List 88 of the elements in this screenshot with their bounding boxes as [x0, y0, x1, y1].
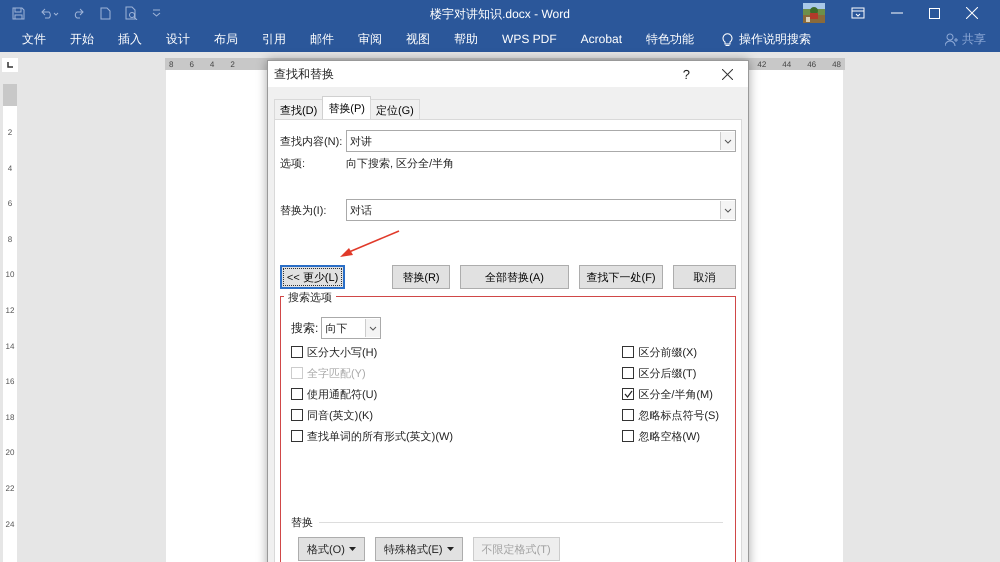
ruler-number: 4 [8, 162, 12, 174]
checkbox-option[interactable]: 同音(英文)(K) [291, 408, 454, 422]
section-title: 替换 [291, 516, 313, 530]
print-preview-icon[interactable] [125, 6, 138, 20]
maximize-icon[interactable] [929, 8, 940, 18]
checkbox-option[interactable]: 忽略标点符号(S) [622, 408, 719, 422]
checkbox-option[interactable]: 区分全/半角(M) [622, 387, 719, 401]
menu-button[interactable]: 格式(O) [298, 537, 365, 561]
lightbulb-icon [722, 32, 734, 46]
tab-selector[interactable] [2, 58, 18, 72]
caret-icon [348, 547, 356, 551]
dialog-tab[interactable]: 查找(D) [274, 99, 324, 119]
search-direction-dropdown[interactable]: 向下 [321, 317, 382, 339]
checkbox-option[interactable]: 区分后缀(T) [622, 366, 719, 380]
checkbox-option[interactable]: 忽略空格(W) [622, 429, 719, 443]
dialog-tab[interactable]: 定位(G) [370, 99, 420, 119]
window-title: 楼宇对讲知识.docx - Word [430, 6, 570, 23]
checkbox-option[interactable]: 使用通配符(U) [291, 387, 454, 401]
dialog-title: 查找和替换 [274, 66, 335, 82]
dialog-button[interactable]: << 更少(L) [280, 265, 346, 289]
chevron-down-icon [369, 326, 378, 330]
dialog-tab[interactable]: 替换(P) [322, 96, 371, 119]
ruler-number: 6 [189, 60, 194, 68]
ruler-number: 22 [6, 482, 14, 494]
checkbox-option[interactable]: 区分大小写(H) [291, 345, 454, 359]
redo-icon[interactable] [73, 7, 86, 19]
menu-button[interactable]: 特殊格式(E) [374, 537, 463, 561]
ruler-number: 46 [807, 60, 816, 68]
dialog-button[interactable]: 替换(R) [392, 265, 450, 289]
ribbon-tab[interactable]: 视图 [396, 30, 440, 48]
dialog-button[interactable]: 全部替换(A) [460, 265, 570, 289]
caret-icon [446, 547, 454, 551]
ribbon-tab[interactable]: 布局 [204, 30, 248, 48]
field-label: 查找内容(N): [280, 134, 344, 148]
group-title: 搜索选项 [284, 290, 336, 305]
minimize-icon[interactable] [891, 12, 903, 14]
left-tab-icon [7, 62, 13, 68]
customize-icon[interactable] [152, 9, 161, 17]
ruler-number: 48 [832, 60, 841, 68]
ribbon-tab[interactable]: 插入 [108, 30, 152, 48]
ribbon-tab[interactable]: 引用 [252, 30, 296, 48]
ruler-number: 16 [6, 376, 14, 388]
find-field[interactable]: 对讲 [346, 130, 736, 152]
ruler-margin [3, 84, 17, 106]
checkbox-option[interactable]: 区分前缀(X) [622, 345, 719, 359]
options-summary: 向下搜索, 区分全/半角 [346, 156, 454, 171]
ribbon-tab[interactable]: 文件 [12, 30, 56, 48]
ruler-number: 42 [757, 60, 766, 68]
ribbon-display-icon[interactable] [851, 7, 865, 19]
ruler-number: 18 [6, 412, 14, 423]
ruler-number: 4 [210, 60, 214, 68]
replace-field[interactable]: 对话 [346, 199, 736, 221]
close-icon[interactable] [966, 7, 978, 19]
chevron-down-icon [724, 138, 732, 144]
chevron-down-icon [724, 208, 732, 212]
person-icon [945, 32, 959, 46]
ruler-number: 6 [8, 198, 12, 210]
ruler-number: 44 [782, 60, 792, 68]
save-icon[interactable] [12, 6, 25, 20]
ruler-number: 2 [8, 127, 12, 138]
ruler-number: 20 [6, 447, 14, 458]
undo-icon[interactable] [39, 7, 59, 19]
ribbon-tab[interactable]: 设计 [156, 30, 200, 48]
new-document-icon[interactable] [100, 6, 111, 20]
dialog-button[interactable]: 查找下一处(F) [579, 265, 663, 289]
checkbox-option[interactable]: 查找单词的所有形式(英文)(W) [291, 429, 454, 443]
ribbon-tab[interactable]: Acrobat [570, 32, 632, 46]
ruler-number: 8 [8, 234, 12, 245]
ribbon-tab[interactable]: WPS PDF [492, 32, 567, 46]
field-label: 搜索: [291, 320, 318, 336]
tell-me-search[interactable]: 操作说明搜索 [739, 30, 812, 48]
ribbon-tab[interactable]: 邮件 [300, 30, 344, 48]
close-icon [722, 68, 732, 80]
ruler-number: 2 [230, 60, 235, 68]
ribbon-tab[interactable]: 开始 [60, 30, 104, 48]
field-label: 选项: [280, 157, 306, 171]
field-label: 替换为(I): [280, 204, 328, 218]
ruler-number: 12 [6, 304, 14, 316]
ruler-number: 24 [6, 518, 14, 530]
ribbon-tab[interactable]: 帮助 [444, 30, 488, 48]
ribbon-tab[interactable]: 审阅 [348, 30, 392, 48]
ruler-number: 10 [6, 269, 14, 280]
ruler-number: 8 [169, 60, 174, 68]
help-button[interactable]: ? [682, 66, 690, 82]
checkmark-icon [624, 390, 633, 398]
dialog-button[interactable]: 取消 [672, 265, 736, 289]
ribbon-tab[interactable]: 特色功能 [636, 30, 704, 48]
ruler-number: 14 [6, 340, 14, 352]
